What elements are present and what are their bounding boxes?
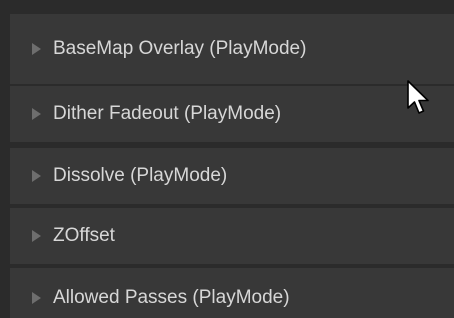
foldout-label: Dither Fadeout (PlayMode) (53, 103, 282, 124)
foldout-dissolve[interactable]: Dissolve (PlayMode) (10, 148, 454, 204)
mouse-pointer-icon (407, 80, 429, 114)
chevron-right-icon (32, 292, 41, 304)
foldout-dither-fadeout[interactable]: Dither Fadeout (PlayMode) (10, 86, 454, 142)
chevron-right-icon (32, 230, 41, 242)
foldout-allowed-passes[interactable]: Allowed Passes (PlayMode) (10, 268, 454, 318)
foldout-label: Dissolve (PlayMode) (53, 165, 228, 186)
foldout-basemap-overlay[interactable]: BaseMap Overlay (PlayMode) (10, 14, 454, 84)
chevron-right-icon (32, 170, 41, 182)
foldout-label: BaseMap Overlay (PlayMode) (53, 38, 307, 59)
foldout-label: Allowed Passes (PlayMode) (53, 287, 290, 308)
chevron-right-icon (32, 43, 41, 55)
inspector-panel: BaseMap Overlay (PlayMode) Dither Fadeou… (0, 0, 454, 318)
chevron-right-icon (32, 108, 41, 120)
foldout-label: ZOffset (53, 225, 115, 246)
foldout-zoffset[interactable]: ZOffset (10, 208, 454, 264)
